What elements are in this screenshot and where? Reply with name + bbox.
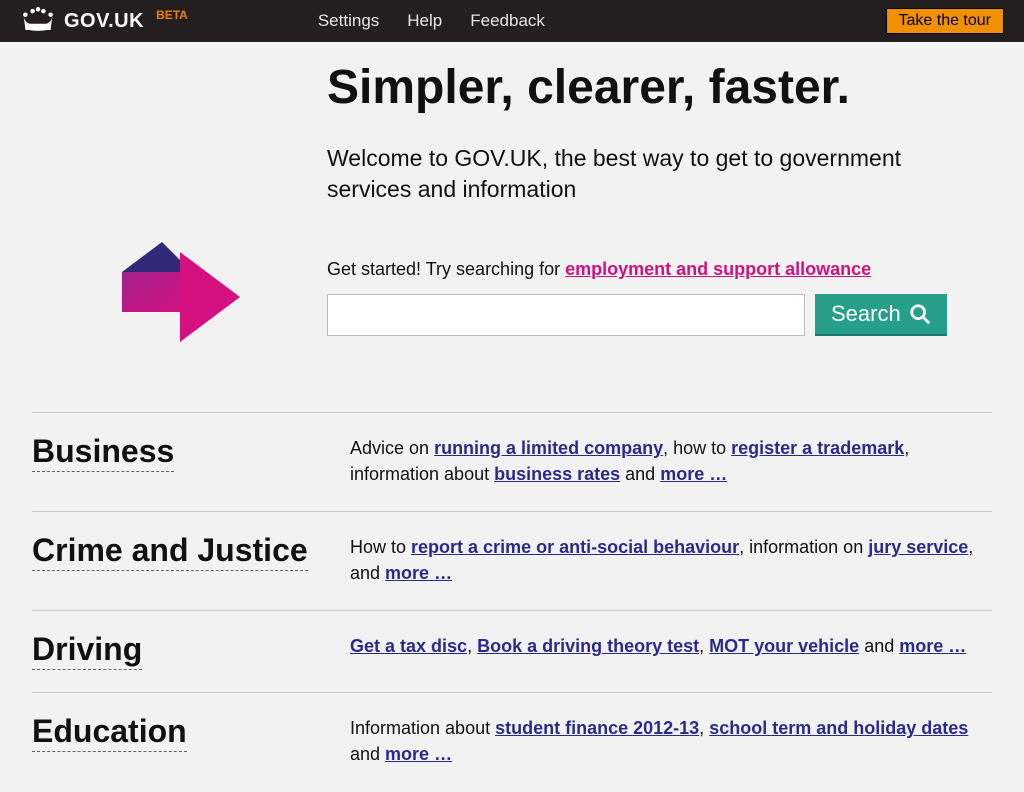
category-link[interactable]: register a trademark (731, 438, 904, 458)
top-header: GOV.UK BETA Settings Help Feedback Take … (0, 0, 1024, 42)
category-title-link[interactable]: Business (32, 433, 174, 472)
beta-badge: BETA (156, 8, 188, 22)
category-description: How to report a crime or anti-social beh… (350, 532, 992, 586)
top-nav: Settings Help Feedback (318, 11, 545, 31)
crown-icon (20, 7, 56, 35)
categories-list: Business Advice on running a limited comp… (32, 412, 992, 792)
category-link[interactable]: student finance 2012-13 (495, 718, 699, 738)
category-link[interactable]: Get a tax disc (350, 636, 467, 656)
category-link[interactable]: more … (385, 744, 452, 764)
category-link[interactable]: more … (385, 563, 452, 583)
category-title: Crime and Justice (32, 532, 350, 586)
category-link[interactable]: school term and holiday dates (709, 718, 968, 738)
nav-settings[interactable]: Settings (318, 11, 379, 31)
page-headline: Simpler, clearer, faster. (327, 62, 982, 115)
category-title-link[interactable]: Driving (32, 631, 142, 670)
category-link[interactable]: more … (899, 636, 966, 656)
category-title: Driving (32, 631, 350, 668)
search-suggestion-link[interactable]: employment and support allowance (565, 259, 871, 279)
category-description: Advice on running a limited company, how… (350, 433, 992, 487)
category-title-link[interactable]: Crime and Justice (32, 532, 308, 571)
category-description: Get a tax disc, Book a driving theory te… (350, 631, 992, 668)
search-button[interactable]: Search (815, 294, 947, 336)
category-link[interactable]: running a limited company (434, 438, 663, 458)
category-link[interactable]: MOT your vehicle (709, 636, 859, 656)
hero-section: Simpler, clearer, faster. Welcome to GOV… (32, 42, 992, 362)
category-link[interactable]: Book a driving theory test (477, 636, 699, 656)
category-link[interactable]: report a crime or anti-social behaviour (411, 537, 739, 557)
search-button-label: Search (831, 301, 901, 327)
category-link[interactable]: business rates (494, 464, 620, 484)
site-name: GOV.UK (64, 10, 144, 33)
category-row: Driving Get a tax disc, Book a driving th… (32, 610, 992, 692)
search-prompt: Get started! Try searching for employmen… (327, 259, 982, 280)
logo[interactable]: GOV.UK BETA (20, 7, 188, 35)
category-row: Education Information about student finan… (32, 692, 992, 791)
category-title: Business (32, 433, 350, 487)
category-row: Business Advice on running a limited comp… (32, 412, 992, 511)
nav-help[interactable]: Help (407, 11, 442, 31)
category-link[interactable]: jury service (868, 537, 968, 557)
category-title: Education (32, 713, 350, 767)
nav-feedback[interactable]: Feedback (470, 11, 545, 31)
category-title-link[interactable]: Education (32, 713, 187, 752)
arrow-icon (120, 242, 240, 352)
search-row: Search (327, 294, 982, 336)
welcome-text: Welcome to GOV.UK, the best way to get t… (327, 143, 982, 205)
search-input[interactable] (327, 294, 805, 336)
category-description: Information about student finance 2012-1… (350, 713, 992, 767)
category-link[interactable]: more … (660, 464, 727, 484)
search-icon (909, 303, 931, 325)
category-row: Crime and Justice How to report a crime o… (32, 511, 992, 610)
prompt-prefix: Get started! Try searching for (327, 259, 565, 279)
take-tour-button[interactable]: Take the tour (886, 8, 1005, 34)
hero-graphic (32, 42, 327, 362)
